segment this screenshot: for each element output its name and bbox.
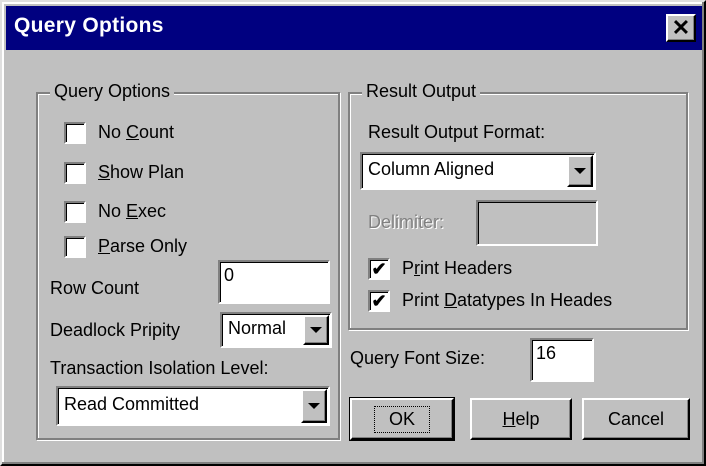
isolation-level-label: Transaction Isolation Level: [50,358,269,378]
query-font-size-label: Query Font Size: [350,348,486,368]
check-icon: ✔ [371,259,387,279]
ok-button[interactable]: OK [349,397,455,441]
window-title: Query Options [14,14,164,37]
no-count-checkbox[interactable] [64,122,86,144]
deadlock-priority-select[interactable]: Normal [220,312,332,348]
row-count-label: Row Count [50,278,140,298]
isolation-level-dropdown-button[interactable] [301,389,327,423]
help-button-label: Help [502,408,540,429]
no-exec-checkbox[interactable] [64,201,86,223]
title-bar: Query Options ✕ [6,6,702,50]
query-font-size-input[interactable]: 16 [530,338,594,382]
row-count-input[interactable]: 0 [218,260,330,304]
isolation-level-select[interactable]: Read Committed [56,386,330,426]
result-output-format-select[interactable]: Column Aligned [360,152,596,190]
chevron-down-icon [308,403,320,409]
deadlock-priority-value: Normal [228,318,287,338]
deadlock-priority-dropdown-button[interactable] [303,315,329,345]
chevron-down-icon [310,327,322,333]
chevron-down-icon [574,168,586,174]
show-plan-checkbox[interactable] [64,162,86,184]
query-options-legend: Query Options [50,81,175,102]
print-headers-label[interactable]: Print Headers [402,258,512,279]
ok-button-label: OK [373,405,430,433]
cancel-button[interactable]: Cancel [582,398,690,440]
result-output-format-value: Column Aligned [368,159,495,179]
result-output-format-label: Result Output Format: [368,122,546,142]
no-count-label[interactable]: No Count [98,122,174,143]
close-button[interactable]: ✕ [666,14,696,42]
isolation-level-value: Read Committed [64,394,200,414]
parse-only-checkbox[interactable] [64,236,86,258]
print-headers-checkbox[interactable]: ✔ [368,258,390,280]
result-output-legend: Result Output [362,81,481,102]
parse-only-label[interactable]: Parse Only [98,236,187,257]
query-options-dialog: Query Options ✕ Query Options No Count S… [0,0,706,466]
close-icon: ✕ [671,15,691,40]
check-icon: ✔ [371,291,387,311]
no-exec-label[interactable]: No Exec [98,201,166,222]
delimiter-label: Delimiter: [368,212,445,232]
help-button[interactable]: Help [470,398,572,440]
delimiter-input[interactable] [476,200,598,246]
result-output-format-dropdown-button[interactable] [567,155,593,187]
deadlock-priority-label: Deadlock Pripity [50,320,181,340]
print-datatypes-label[interactable]: Print Datatypes In Heades [402,290,612,311]
show-plan-label[interactable]: Show Plan [98,162,184,183]
print-datatypes-checkbox[interactable]: ✔ [368,290,390,312]
cancel-button-label: Cancel [607,408,665,429]
